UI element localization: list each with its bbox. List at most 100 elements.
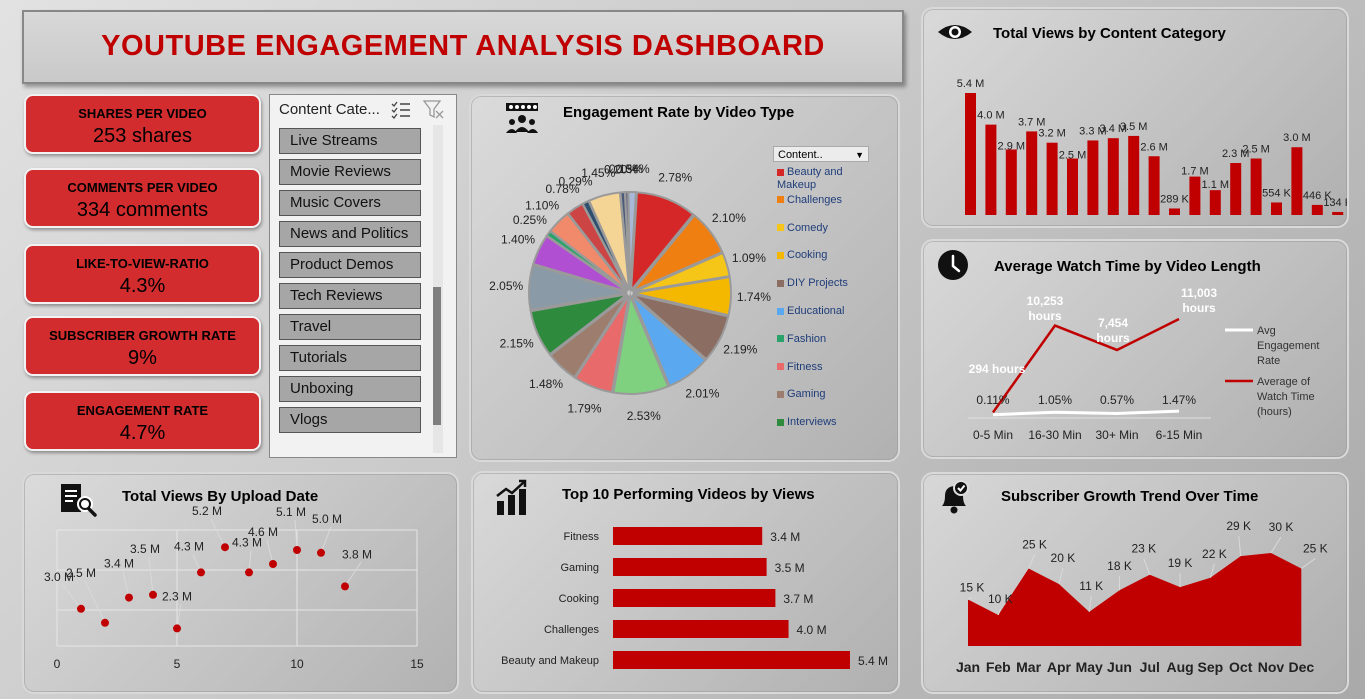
x-tick-label: Feb xyxy=(986,659,1011,675)
x-tick-label: Aug xyxy=(1166,659,1193,675)
legend-entry[interactable]: Educational xyxy=(777,305,865,318)
pie-data-label: 2.05% xyxy=(489,279,523,293)
slicer-item[interactable]: Unboxing xyxy=(279,376,421,402)
content-category-slicer: Content Cate... Live Streams Movie Review… xyxy=(269,94,457,458)
category-bar xyxy=(1067,158,1078,215)
leader-line xyxy=(320,526,332,553)
legend-entry[interactable]: Fitness xyxy=(777,361,865,374)
slicer-item[interactable]: Live Streams xyxy=(279,128,421,154)
slicer-item[interactable]: Movie Reviews xyxy=(279,159,421,185)
category-bar xyxy=(1169,208,1180,215)
legend-entry[interactable]: Fashion xyxy=(777,333,865,346)
slicer-item[interactable]: Vlogs xyxy=(279,407,421,433)
y-tick-label: Cooking xyxy=(559,593,599,605)
category-bar xyxy=(1107,138,1119,215)
slicer-item[interactable]: Tech Reviews xyxy=(279,283,421,309)
x-tick-label: 6-15 Min xyxy=(1156,428,1203,442)
multi-select-icon[interactable] xyxy=(390,99,412,119)
subscriber-growth-area-chart: 15 K Jan 10 K Feb 25 K Mar 20 K Apr 11 K May 18 K J… xyxy=(956,519,1328,675)
x-tick-label: Apr xyxy=(1047,659,1072,675)
legend-label: Cooking xyxy=(787,249,828,262)
legend-swatch xyxy=(777,307,784,315)
scatter-data-label: 4.6 M xyxy=(248,525,278,539)
engagement-data-label: 1.05% xyxy=(1038,393,1072,407)
kpi-label: SUBSCRIBER GROWTH RATE xyxy=(49,328,236,343)
scatter-point xyxy=(269,560,277,568)
area-data-label: 23 K xyxy=(1131,542,1156,556)
pie-data-label: 1.79% xyxy=(567,401,601,415)
scatter-point xyxy=(341,582,349,591)
slicer-item[interactable]: News and Politics xyxy=(279,221,421,247)
leader-line xyxy=(967,597,973,600)
legend-entry[interactable]: Cooking xyxy=(777,249,865,262)
x-tick-label: 0 xyxy=(54,657,61,671)
engagement-rate-panel: Engagement Rate by Video Type 2.78% 2.10%… xyxy=(469,94,900,462)
kpi-label: ENGAGEMENT RATE xyxy=(76,403,209,418)
pie-data-label: 0.34% xyxy=(616,162,650,176)
legend-entry[interactable]: Beauty and Makeup xyxy=(777,166,865,192)
legend-entry[interactable]: Gaming xyxy=(777,388,865,401)
scatter-point xyxy=(149,590,157,599)
slicer-scrollbar-thumb[interactable] xyxy=(433,287,441,425)
scatter-point xyxy=(173,624,181,633)
series-line-engagement xyxy=(992,409,1180,417)
slicer-item[interactable]: Tutorials xyxy=(279,345,421,371)
kpi-label: COMMENTS PER VIDEO xyxy=(67,180,218,195)
x-tick-label: Oct xyxy=(1229,659,1253,675)
area-fill xyxy=(968,553,1302,646)
slicer-item[interactable]: Product Demos xyxy=(279,252,421,278)
x-tick-label: Jun xyxy=(1107,659,1132,675)
kpi-subscriber-growth-rate: SUBSCRIBER GROWTH RATE 9% xyxy=(24,316,261,376)
area-data-label: 11 K xyxy=(1079,579,1103,593)
y-tick-label: Fitness xyxy=(564,531,600,543)
category-bar-label: 1.1 M xyxy=(1202,179,1230,191)
legend-swatch xyxy=(777,335,784,343)
category-bar xyxy=(1046,142,1058,215)
leader-line xyxy=(1143,558,1151,575)
kpi-comments-per-video: COMMENTS PER VIDEO 334 comments xyxy=(24,168,261,228)
scatter-point xyxy=(77,604,85,613)
area-data-label: 25 K xyxy=(1022,538,1047,552)
category-bar xyxy=(1291,147,1303,215)
kpi-label: LIKE-TO-VIEW-RATIO xyxy=(76,256,209,271)
scatter-point xyxy=(221,543,229,552)
legend-entry[interactable]: Comedy xyxy=(777,222,865,235)
leader-line xyxy=(1238,536,1242,557)
category-bar-label: 3.5 M xyxy=(1120,121,1148,133)
y-tick-label: Gaming xyxy=(560,562,599,574)
y-tick-label: Beauty and Makeup xyxy=(501,655,599,667)
top10-data-label: 3.4 M xyxy=(770,530,800,544)
scatter-point xyxy=(293,546,301,554)
leader-line xyxy=(344,562,362,587)
category-bar-label: 134 K xyxy=(1323,197,1347,209)
x-tick-label: Nov xyxy=(1258,659,1285,675)
x-tick-label: Mar xyxy=(1016,659,1041,675)
top10-bar xyxy=(613,558,767,576)
legend-entry[interactable]: Challenges xyxy=(777,194,865,207)
category-bar-label: 2.5 M xyxy=(1242,144,1270,156)
legend-swatch xyxy=(777,196,784,204)
slicer-item[interactable]: Music Covers xyxy=(279,190,421,216)
views-by-category-chart: 5.4 M4.0 M2.9 M3.7 M3.2 M2.5 M3.3 M3.4 M… xyxy=(957,78,1347,215)
leader-line xyxy=(62,584,82,610)
legend-label: Beauty and Makeup xyxy=(777,166,843,191)
slicer-header: Content Cate... xyxy=(279,101,380,118)
area-data-label: 15 K xyxy=(960,581,985,595)
x-tick-label: 10 xyxy=(290,657,304,671)
area-data-label: 19 K xyxy=(1168,556,1193,570)
category-bar xyxy=(1087,140,1099,215)
kpi-like-to-view-ratio: LIKE-TO-VIEW-RATIO 4.3% xyxy=(24,244,261,304)
category-bar xyxy=(1005,149,1017,215)
area-data-label: 30 K xyxy=(1269,520,1294,534)
legend-swatch xyxy=(777,363,784,371)
scatter-point xyxy=(245,568,253,577)
slicer-item[interactable]: Travel xyxy=(279,314,421,340)
pie-filter-dropdown[interactable]: Content.. ▼ xyxy=(773,146,869,162)
legend-entry[interactable]: Interviews xyxy=(777,416,865,429)
clear-filter-icon[interactable] xyxy=(422,99,446,119)
x-tick-label: Jul xyxy=(1140,659,1160,675)
legend-label-watch-time: Average of Watch Time (hours) xyxy=(1257,376,1315,418)
category-bar-label: 3.2 M xyxy=(1038,128,1066,140)
category-bar-label: 4.0 M xyxy=(977,110,1005,122)
legend-entry[interactable]: DIY Projects xyxy=(777,277,865,290)
